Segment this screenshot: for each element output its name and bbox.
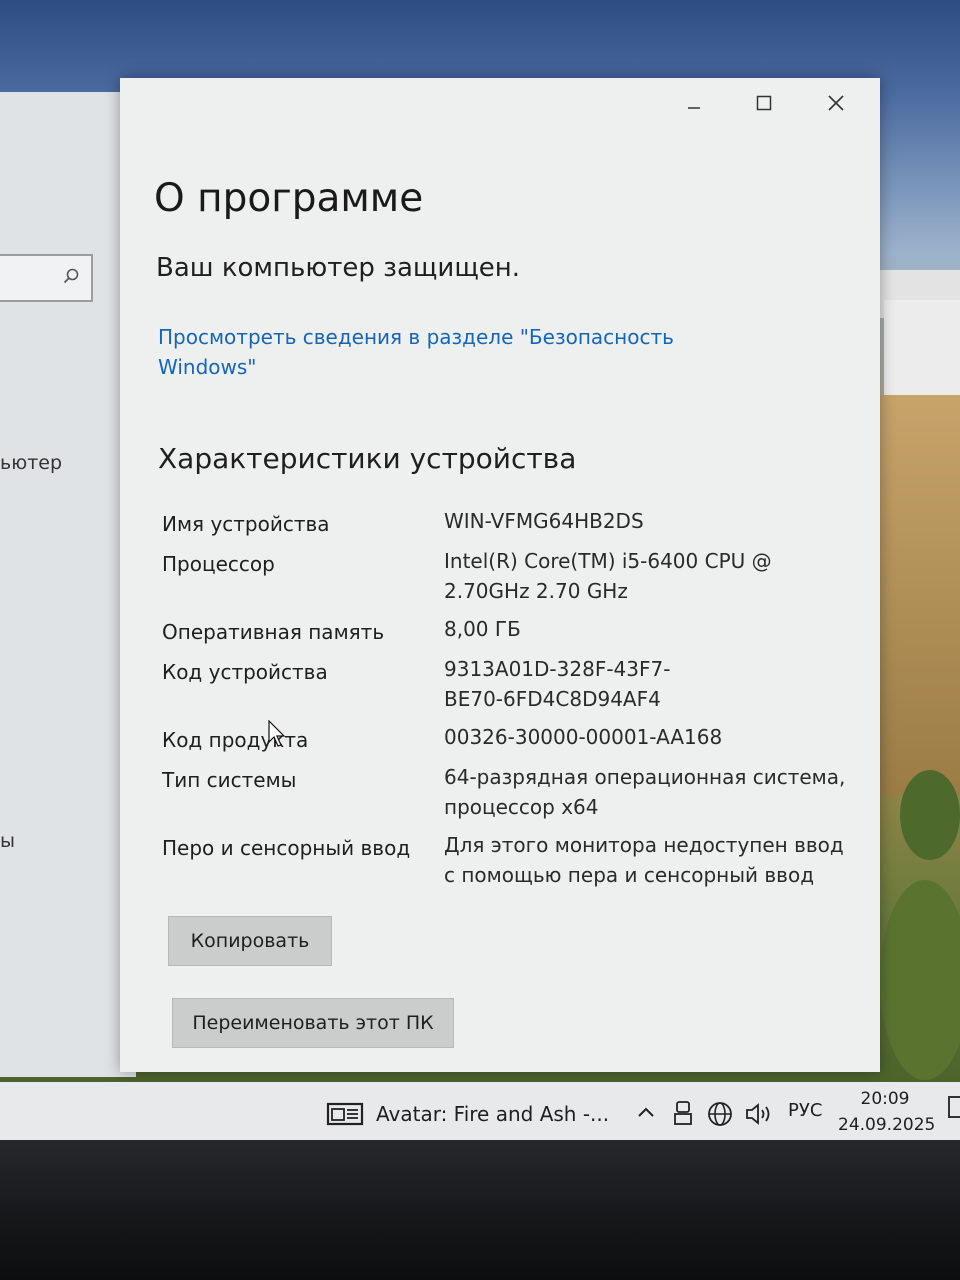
wallpaper-cliff bbox=[876, 395, 960, 795]
chevron-up-icon bbox=[638, 1107, 654, 1117]
minimize-icon bbox=[688, 107, 700, 109]
spec-value-device-id: 9313A01D-328F-43F7-BE70-6FD4C8D94AF4 bbox=[444, 657, 671, 711]
spec-value-processor: Intel(R) Core(TM) i5-6400 CPU @ 2.70GHz … bbox=[444, 549, 772, 603]
spec-label-device-name: Имя устройства bbox=[162, 512, 330, 536]
close-button[interactable] bbox=[802, 78, 870, 128]
spec-label-device-id: Код устройства bbox=[162, 660, 328, 684]
tray-item[interactable] bbox=[672, 1100, 694, 1126]
speaker-icon bbox=[746, 1103, 770, 1125]
page-title: О программе bbox=[154, 176, 424, 221]
wallpaper-tree bbox=[900, 770, 960, 860]
settings-nav-item[interactable]: ьютер bbox=[0, 452, 62, 474]
network-button[interactable] bbox=[706, 1100, 734, 1128]
protection-status: Ваш компьютер защищен. bbox=[156, 253, 521, 283]
monitor-bezel bbox=[0, 1140, 960, 1280]
spec-value-device-name: WIN-VFMG64HB2DS bbox=[444, 509, 644, 533]
spec-value-product-id: 00326-30000-00001-AA168 bbox=[444, 725, 723, 749]
spec-value-system-type: 64-разрядная операционная система, проце… bbox=[444, 765, 846, 819]
minimize-button[interactable] bbox=[660, 78, 728, 128]
wallpaper-building bbox=[884, 300, 960, 400]
close-icon bbox=[828, 95, 844, 111]
spec-value-pen-touch: Для этого монитора недоступен ввод с пом… bbox=[444, 833, 844, 887]
rename-pc-button[interactable]: Переименовать этот ПК bbox=[172, 998, 454, 1048]
volume-button[interactable] bbox=[744, 1100, 774, 1128]
spec-label-ram: Оперативная память bbox=[162, 620, 385, 644]
maximize-icon bbox=[756, 95, 772, 111]
windows-security-link[interactable]: Просмотреть сведения в разделе "Безопасн… bbox=[158, 322, 678, 382]
spec-label-system-type: Тип системы bbox=[162, 768, 297, 792]
settings-nav-item[interactable]: ы bbox=[0, 830, 15, 852]
clock-date: 24.09.2025 bbox=[838, 1115, 936, 1135]
spec-label-pen-touch: Перо и сенсорный ввод bbox=[162, 836, 411, 860]
device-specs-heading: Характеристики устройства bbox=[158, 442, 577, 475]
globe-icon bbox=[708, 1102, 732, 1126]
show-hidden-icons-button[interactable] bbox=[636, 1104, 656, 1120]
copy-button[interactable]: Копировать bbox=[168, 916, 332, 966]
maximize-button[interactable] bbox=[730, 78, 798, 128]
language-indicator[interactable]: РУС bbox=[788, 1100, 822, 1121]
about-dialog: О программе Ваш компьютер защищен. Просм… bbox=[120, 78, 880, 1072]
spec-value-ram: 8,00 ГБ bbox=[444, 617, 521, 641]
desktop: ьютер ы О программе Ваш компьютер защище… bbox=[0, 0, 960, 1150]
wallpaper-tree bbox=[880, 880, 960, 1080]
taskbar-app-button[interactable]: Avatar: Fire and Ash -... bbox=[326, 1100, 609, 1128]
settings-window: ьютер ы bbox=[0, 92, 136, 1077]
meet-now-icon bbox=[674, 1101, 692, 1125]
mouse-cursor-icon bbox=[268, 720, 286, 747]
taskbar-clock[interactable]: 20:09 24.09.2025 bbox=[838, 1086, 936, 1138]
browser-window-icon bbox=[326, 1102, 364, 1126]
search-icon bbox=[63, 268, 79, 284]
spec-label-processor: Процессор bbox=[162, 552, 275, 576]
taskbar-app-title: Avatar: Fire and Ash -... bbox=[376, 1102, 610, 1126]
clock-time: 20:09 bbox=[860, 1089, 910, 1109]
settings-search-box[interactable] bbox=[0, 254, 93, 302]
notification-center-icon[interactable] bbox=[948, 1096, 960, 1118]
